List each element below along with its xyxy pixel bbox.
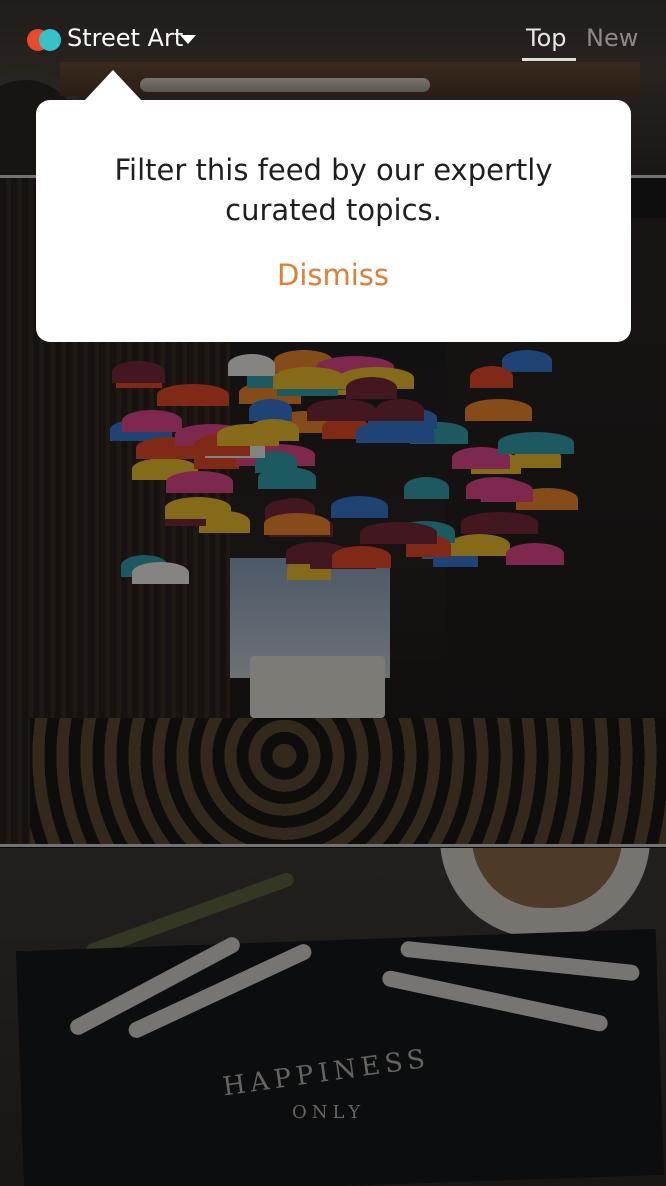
tooltip-arrow — [84, 70, 142, 101]
tab-new[interactable]: New — [586, 24, 638, 52]
tooltip-message: Filter this feed by our expertly curated… — [114, 153, 553, 227]
topic-filter-tooltip: Filter this feed by our expertly curated… — [36, 100, 631, 342]
app-logo-icon — [27, 29, 61, 51]
dismiss-button[interactable]: Dismiss — [233, 258, 433, 292]
feed-selector[interactable]: Street Art — [67, 24, 183, 52]
caret-down-icon[interactable] — [180, 35, 196, 44]
tab-top[interactable]: Top — [526, 24, 567, 52]
tab-selected-indicator — [522, 58, 576, 61]
